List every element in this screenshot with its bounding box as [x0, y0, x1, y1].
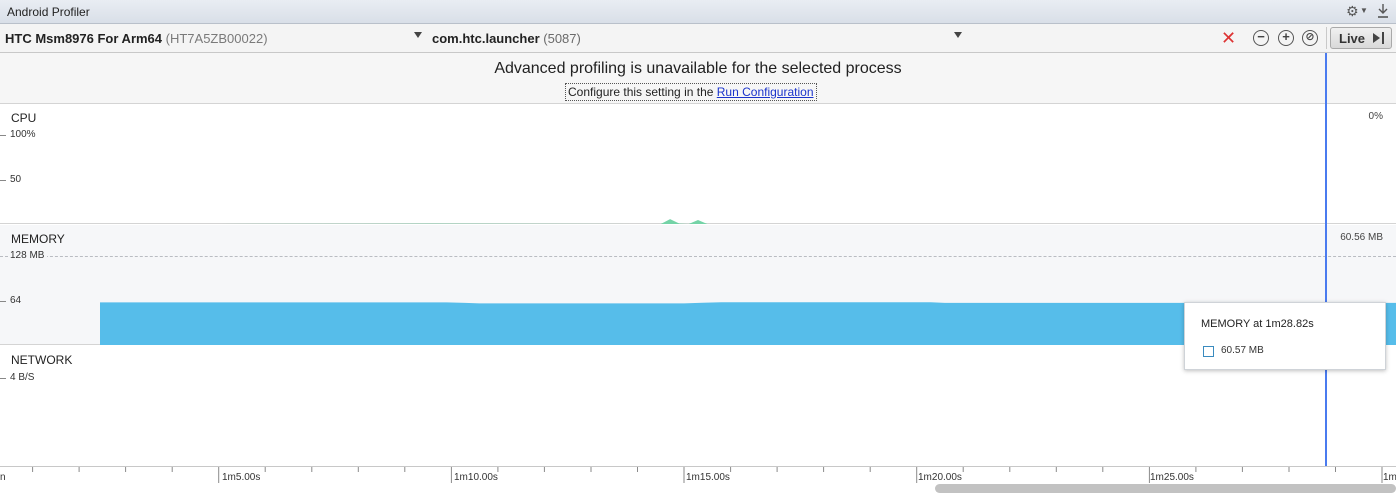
chevron-down-icon[interactable]: ▼ — [1360, 6, 1368, 15]
title-bar: Android Profiler ⚙ ▼ — [0, 0, 1396, 24]
zoom-out-icon[interactable]: − — [1253, 30, 1269, 46]
timeline-label: 1m25.00s — [1150, 472, 1194, 483]
cpu-axis-tick — [0, 135, 6, 136]
advanced-profiling-banner: Advanced profiling is unavailable for th… — [0, 53, 1396, 104]
gear-icon[interactable]: ⚙ — [1346, 3, 1359, 20]
timeline-label: 1m20.00s — [918, 472, 962, 483]
cpu-series-area — [218, 219, 1396, 224]
toolbar-divider — [1326, 27, 1327, 49]
cpu-axis-tick — [0, 180, 6, 181]
cpu-title: CPU — [11, 111, 37, 125]
network-axis-label-top: 4 B/S — [10, 372, 35, 383]
memory-axis-label-mid: 64 — [10, 295, 22, 306]
hide-panel-icon[interactable] — [1376, 3, 1390, 19]
tooltip-title: MEMORY at 1m28.82s — [1201, 318, 1314, 330]
memory-axis-tick — [0, 301, 6, 302]
cpu-axis-label-mid: 50 — [10, 174, 22, 185]
memory-tooltip: MEMORY at 1m28.82s 60.57 MB — [1184, 302, 1386, 370]
live-label: Live — [1339, 31, 1366, 46]
memory-max-gridline — [0, 256, 1396, 257]
network-title: NETWORK — [11, 353, 73, 367]
network-axis-tick — [0, 378, 6, 379]
process-name: com.htc.launcher — [432, 31, 540, 46]
device-name: HTC Msm8976 For Arm64 — [5, 31, 163, 46]
stop-session-icon[interactable]: ✕ — [1221, 28, 1236, 49]
banner-headline: Advanced profiling is unavailable for th… — [494, 60, 902, 77]
process-pid: (5087) — [543, 31, 581, 46]
timeline-label: 1m — [1383, 472, 1396, 483]
cpu-current-value: 0% — [1368, 111, 1383, 122]
timeline-label: n — [0, 472, 6, 483]
cpu-chart — [218, 219, 1396, 224]
skip-end-icon — [1382, 32, 1384, 44]
zoom-in-icon[interactable]: + — [1278, 30, 1294, 46]
banner-subtext: Configure this setting in the Run Config… — [565, 83, 817, 101]
memory-current-value: 60.56 MB — [1340, 232, 1383, 243]
run-configuration-link[interactable]: Run Configuration — [717, 85, 814, 99]
timeline-label: 1m10.00s — [454, 472, 498, 483]
timeline-cursor[interactable] — [1325, 53, 1327, 466]
memory-axis-label-top: 128 MB — [10, 250, 48, 261]
process-dropdown-icon[interactable] — [954, 32, 962, 38]
window-title: Android Profiler — [7, 5, 90, 19]
memory-legend-swatch — [1203, 346, 1214, 357]
reset-zoom-icon[interactable]: ⊘ — [1302, 30, 1318, 46]
device-dropdown-icon[interactable] — [414, 32, 422, 38]
banner-subtext-label: Configure this setting in the — [568, 85, 717, 99]
process-selector[interactable]: com.htc.launcher (5087) — [432, 31, 581, 46]
android-profiler-window: Android Profiler ⚙ ▼ HTC Msm8976 For Arm… — [0, 0, 1396, 495]
timeline-scrollbar[interactable] — [935, 484, 1396, 493]
live-button[interactable]: Live — [1330, 27, 1392, 49]
timeline-label: 1m15.00s — [686, 472, 730, 483]
device-selector[interactable]: HTC Msm8976 For Arm64 (HT7A5ZB00022) — [5, 31, 268, 46]
memory-title: MEMORY — [11, 232, 65, 246]
play-icon — [1373, 33, 1380, 43]
tooltip-value: 60.57 MB — [1221, 345, 1264, 356]
device-serial: (HT7A5ZB00022) — [165, 31, 268, 46]
timeline-label: 1m5.00s — [222, 472, 261, 483]
cpu-monitor[interactable]: CPU 0% 100% 50 — [0, 104, 1396, 224]
profiler-toolbar: HTC Msm8976 For Arm64 (HT7A5ZB00022) com… — [0, 24, 1396, 53]
cpu-axis-label-top: 100% — [10, 129, 36, 140]
